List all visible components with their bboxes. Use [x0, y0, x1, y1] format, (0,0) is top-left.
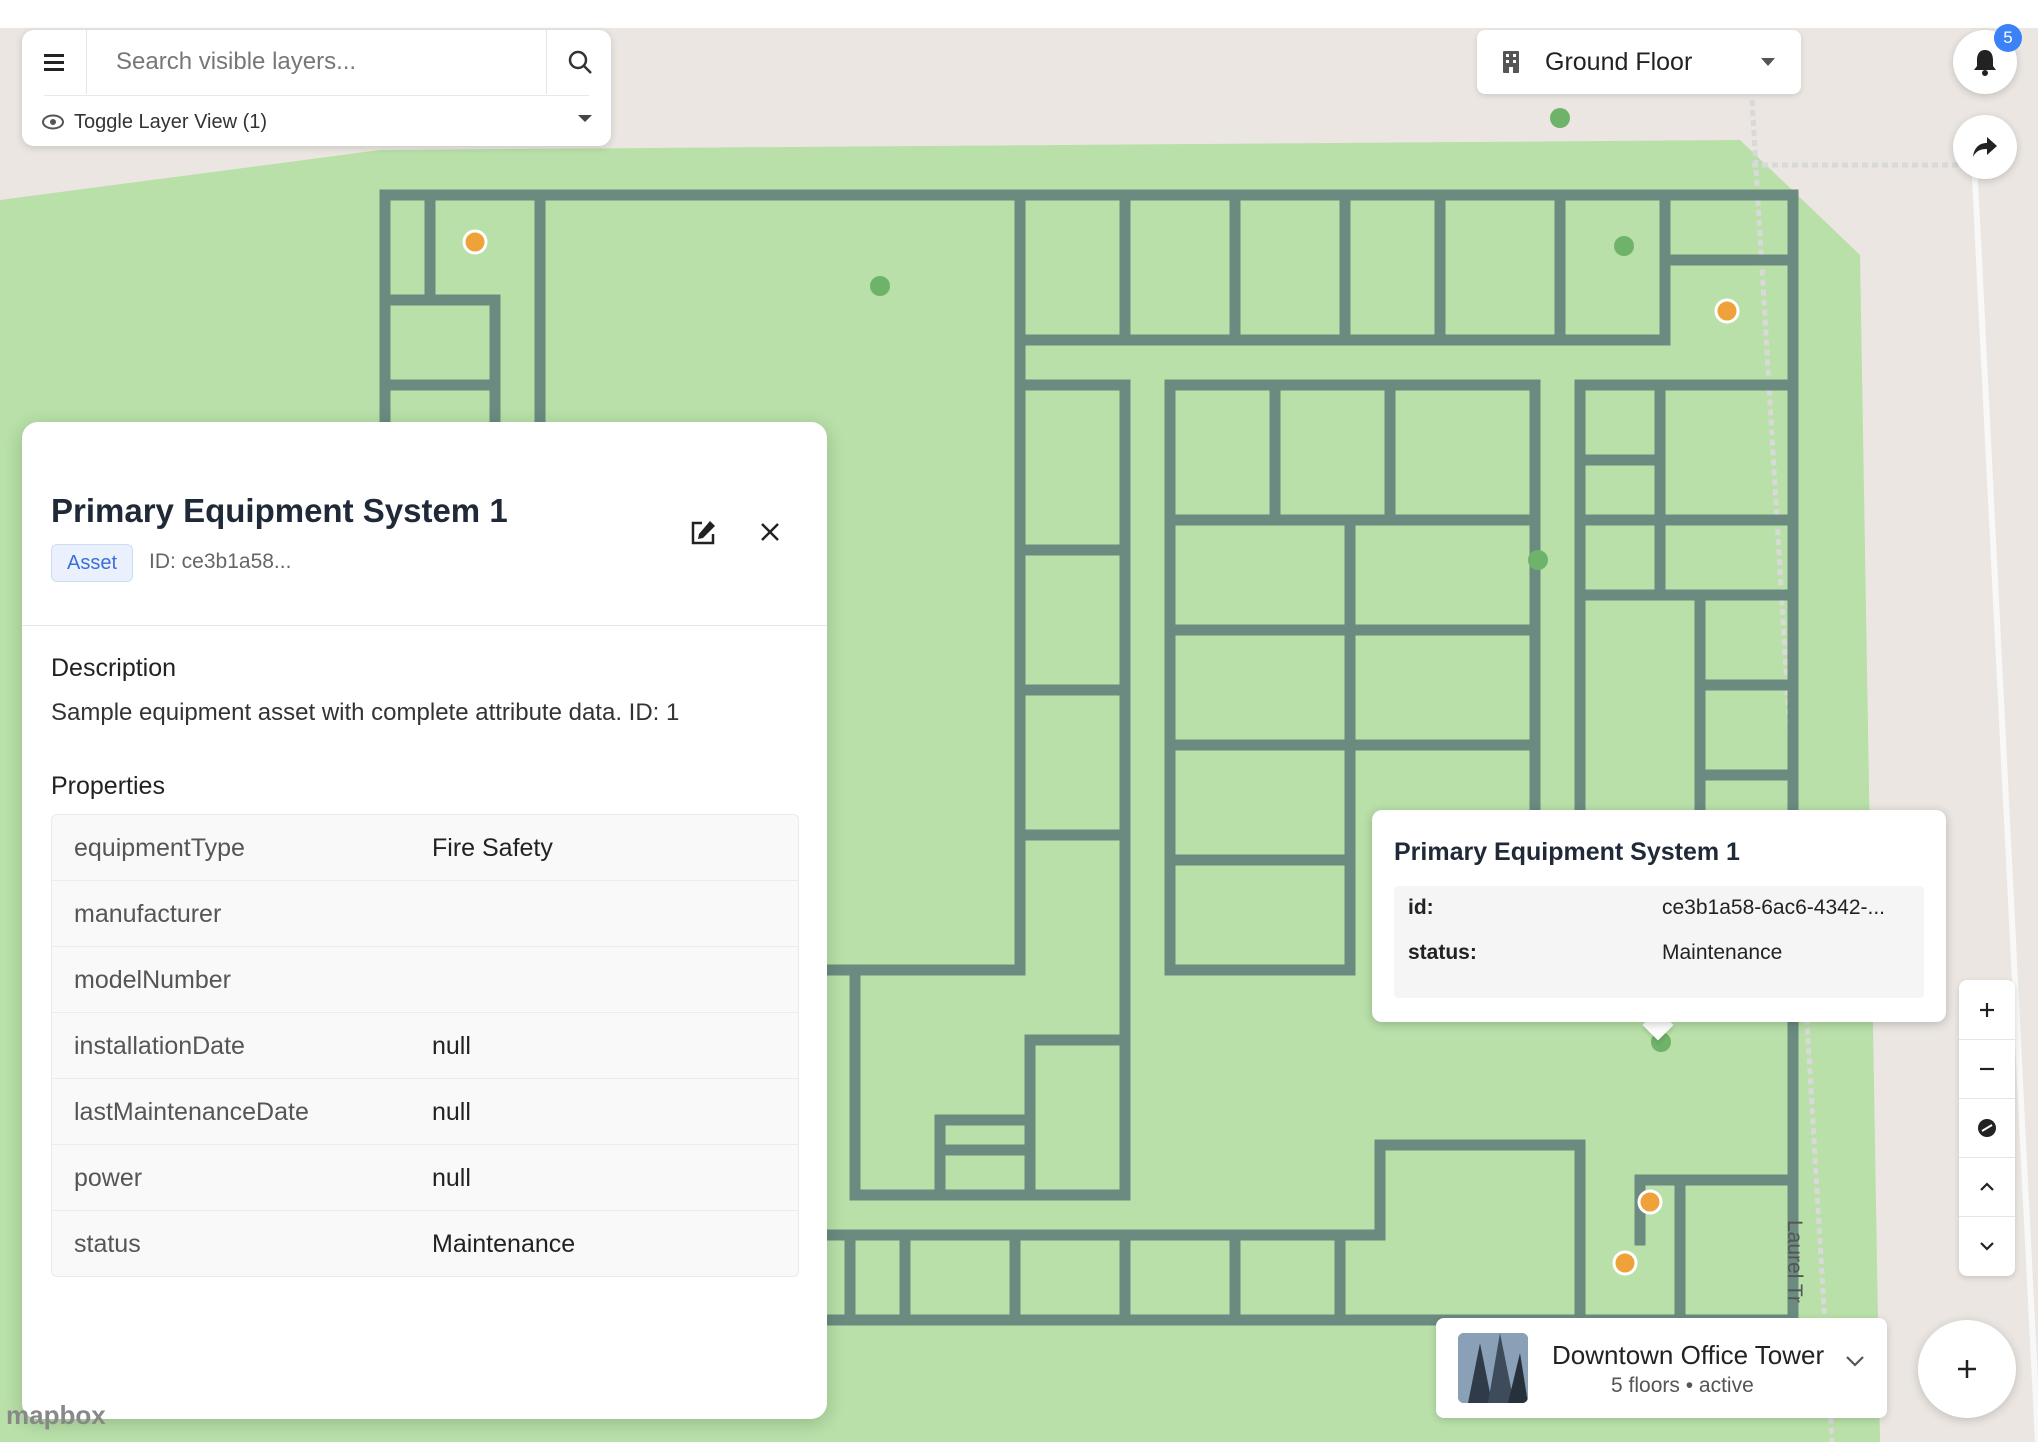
description-heading: Description — [51, 654, 177, 682]
floor-up-button[interactable] — [1959, 1157, 2015, 1217]
property-key: status — [74, 1230, 141, 1258]
building-meta: 5 floors • active — [1611, 1374, 1754, 1397]
popup-key: id: — [1408, 896, 1434, 919]
property-row: installationDate null — [52, 1013, 798, 1079]
property-row: power null — [52, 1145, 798, 1211]
compass-icon — [1978, 1118, 1996, 1137]
caret-down-icon — [1761, 58, 1775, 66]
notification-count-badge: 5 — [1994, 24, 2022, 52]
asset-detail-panel: Primary Equipment System 1 Asset ID: ce3… — [22, 422, 827, 1419]
search-input[interactable] — [88, 30, 566, 94]
properties-heading: Properties — [51, 772, 165, 800]
floor-selector[interactable]: Ground Floor — [1477, 30, 1801, 94]
asset-title: Primary Equipment System 1 — [51, 492, 508, 529]
layer-search-panel: Toggle Layer View (1) — [22, 30, 611, 146]
property-value: null — [432, 1164, 471, 1192]
add-button[interactable] — [1918, 1320, 2016, 1418]
property-row: equipmentType Fire Safety — [52, 815, 798, 881]
property-value: null — [432, 1032, 471, 1060]
reset-bearing-button[interactable] — [1959, 1098, 2015, 1158]
building-icon — [1503, 51, 1519, 73]
property-row: manufacturer — [52, 881, 798, 947]
chevron-up-icon — [1980, 1181, 1994, 1191]
menu-button[interactable] — [22, 30, 87, 94]
feature-popup: Primary Equipment System 1 id: ce3b1a58-… — [1372, 810, 1946, 1022]
hamburger-icon — [44, 54, 64, 71]
current-floor-label: Ground Floor — [1545, 47, 1693, 76]
close-button[interactable] — [758, 520, 782, 549]
description-text: Sample equipment asset with complete att… — [51, 699, 680, 726]
asset-type-badge: Asset — [51, 544, 134, 582]
property-row: modelNumber — [52, 947, 798, 1013]
property-row: status Maintenance — [52, 1211, 798, 1276]
property-key: installationDate — [74, 1032, 245, 1060]
building-selector[interactable]: Downtown Office Tower 5 floors • active — [1436, 1318, 1887, 1418]
top-bar — [0, 0, 2038, 28]
property-key: equipmentType — [74, 834, 245, 862]
chevron-down-icon — [1980, 1241, 1994, 1251]
property-value: Fire Safety — [432, 834, 553, 862]
floor-down-button[interactable] — [1959, 1216, 2015, 1275]
zoom-out-button[interactable] — [1959, 1039, 2015, 1099]
minus-icon — [1980, 1067, 1994, 1070]
street-label: Laurel Tr — [1783, 1220, 1806, 1303]
chevron-down-icon — [1846, 1356, 1864, 1367]
popup-key: status: — [1408, 941, 1477, 964]
property-row: lastMaintenanceDate null — [52, 1079, 798, 1145]
search-button[interactable] — [546, 30, 612, 94]
plus-icon — [1980, 1002, 1994, 1017]
share-button[interactable] — [1953, 115, 2017, 179]
eye-icon — [42, 114, 64, 130]
popup-row: status: Maintenance — [1394, 931, 1924, 975]
building-name: Downtown Office Tower — [1552, 1340, 1825, 1370]
share-icon — [1973, 137, 1997, 157]
property-key: modelNumber — [74, 966, 232, 994]
property-key: lastMaintenanceDate — [74, 1098, 309, 1126]
map-attribution[interactable]: mapbox — [6, 1400, 106, 1431]
popup-value: Maintenance — [1662, 941, 1783, 964]
popup-row: id: ce3b1a58-6ac6-4342-... — [1394, 886, 1924, 930]
properties-table: equipmentType Fire Safety manufacturer m… — [51, 814, 799, 1277]
map-nav-controls — [1959, 980, 2015, 1276]
plus-icon — [1958, 1360, 1976, 1378]
property-value: Maintenance — [432, 1230, 576, 1258]
property-key: manufacturer — [74, 900, 222, 928]
popup-title: Primary Equipment System 1 — [1394, 838, 1740, 866]
divider — [44, 95, 589, 96]
search-icon — [568, 50, 592, 74]
edit-icon — [691, 521, 715, 545]
property-key: power — [74, 1164, 143, 1192]
building-thumbnail — [1458, 1333, 1528, 1403]
zoom-in-button[interactable] — [1959, 980, 2015, 1040]
popup-attributes: id: ce3b1a58-6ac6-4342-... status: Maint… — [1394, 886, 1924, 998]
property-value: null — [432, 1098, 471, 1126]
close-icon — [761, 523, 779, 541]
asset-id: ID: ce3b1a58... — [149, 550, 292, 573]
layer-view-toggle[interactable]: Toggle Layer View (1) — [42, 106, 594, 138]
caret-down-icon — [578, 115, 592, 122]
bell-icon — [1974, 50, 1996, 76]
edit-button[interactable] — [688, 518, 718, 553]
popup-value: ce3b1a58-6ac6-4342-... — [1662, 896, 1885, 919]
divider — [22, 625, 827, 626]
layer-toggle-label: Toggle Layer View (1) — [74, 110, 268, 133]
